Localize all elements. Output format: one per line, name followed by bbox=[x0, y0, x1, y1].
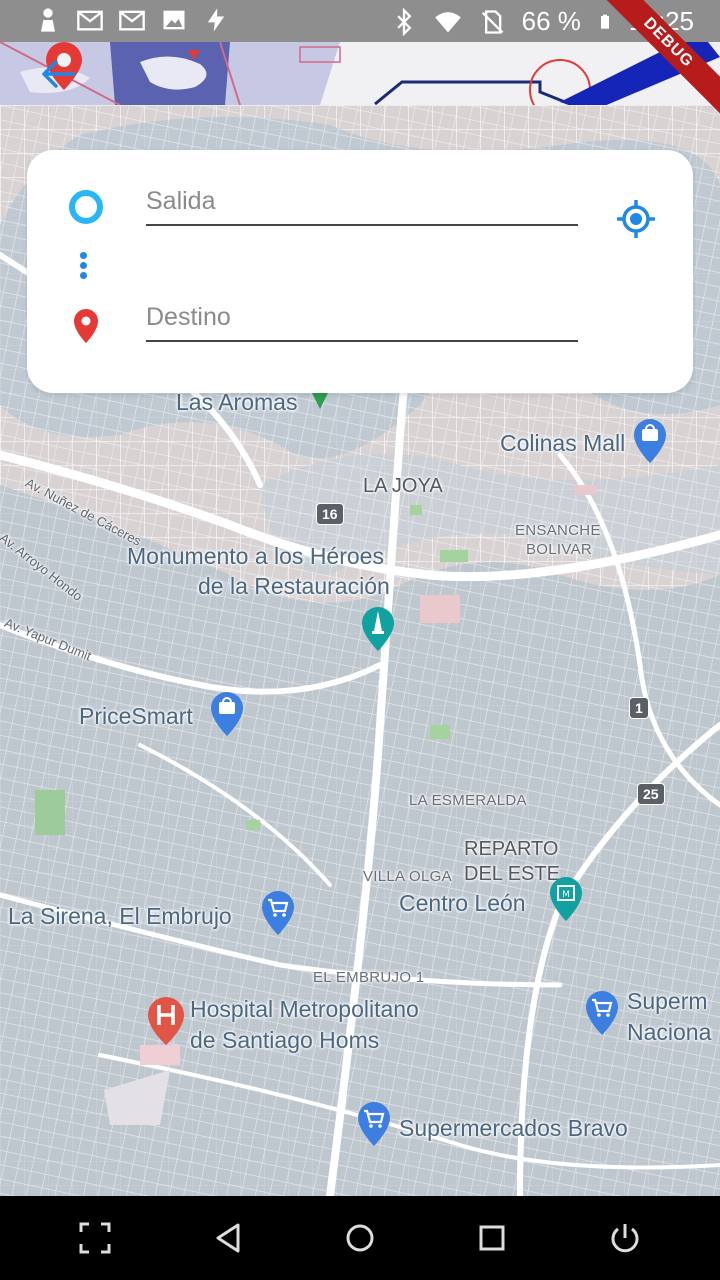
shopping-bag-pin-icon[interactable] bbox=[632, 417, 668, 465]
bluetooth-icon bbox=[396, 7, 412, 36]
map-label-pricesmart: PriceSmart bbox=[79, 703, 193, 729]
monument-pin-icon[interactable] bbox=[360, 605, 396, 653]
origin-circle-icon bbox=[69, 190, 103, 224]
destination-pin-icon bbox=[74, 309, 98, 343]
no-sim-icon bbox=[481, 9, 503, 34]
cart-pin-icon[interactable] bbox=[584, 989, 620, 1037]
map-label-la-joya: LA JOYA bbox=[363, 475, 443, 497]
map-label-reparto: REPARTO bbox=[464, 838, 559, 860]
image-icon bbox=[163, 10, 185, 30]
map-label-bravo: Supermercados Bravo bbox=[399, 1115, 628, 1141]
screenshot-icon[interactable] bbox=[77, 1220, 113, 1256]
home-nav-icon[interactable] bbox=[342, 1220, 378, 1256]
map-label-naciona: Naciona bbox=[627, 1019, 712, 1045]
person-icon bbox=[41, 8, 55, 32]
gmail-icon bbox=[119, 10, 145, 31]
map-label-del-este: DEL ESTE bbox=[464, 863, 560, 885]
map-label-restauracion: de la Restauración bbox=[198, 573, 390, 599]
cart-pin-icon[interactable] bbox=[356, 1100, 392, 1148]
system-nav-bar bbox=[0, 1196, 720, 1280]
map-label-la-sirena: La Sirena, El Embrujo bbox=[8, 903, 232, 929]
map-label-ensanche: ENSANCHE bbox=[515, 522, 601, 539]
map-label-bolivar: BOLIVAR bbox=[526, 541, 593, 558]
app-bar bbox=[0, 42, 720, 105]
route-dots-icon bbox=[80, 252, 87, 282]
power-icon[interactable] bbox=[607, 1220, 643, 1256]
map-label-el-embrujo: EL EMBRUJO 1 bbox=[313, 969, 425, 986]
museum-pin-icon[interactable]: M bbox=[548, 875, 584, 923]
shopping-bag-pin-icon[interactable] bbox=[209, 690, 245, 738]
hospital-pin-icon[interactable] bbox=[146, 995, 186, 1047]
back-arrow-icon[interactable] bbox=[38, 56, 78, 92]
route-search-card bbox=[27, 150, 693, 393]
gmail-icon bbox=[77, 10, 103, 31]
map-label-hospital: Hospital Metropolitano bbox=[190, 996, 419, 1022]
origin-input[interactable] bbox=[146, 178, 578, 226]
map-label-superm: Superm bbox=[627, 988, 708, 1014]
map-label-colinas-mall: Colinas Mall bbox=[500, 430, 626, 456]
cart-pin-icon[interactable] bbox=[260, 889, 296, 937]
map-label-las-aromas: Las Aromas bbox=[176, 389, 298, 415]
status-notification-icons bbox=[34, 6, 230, 34]
battery-icon bbox=[600, 14, 609, 29]
my-location-icon[interactable] bbox=[615, 198, 657, 240]
header-illustration bbox=[0, 42, 720, 105]
wifi-icon bbox=[434, 11, 461, 32]
map-label-santiago-homs: de Santiago Homs bbox=[190, 1027, 380, 1053]
battery-percentage: 66 % bbox=[521, 6, 581, 36]
park-pin-icon[interactable] bbox=[310, 393, 330, 411]
map-label-monumento: Monumento a los Héroes bbox=[127, 543, 384, 569]
map-label-la-esmeralda: LA ESMERALDA bbox=[409, 792, 527, 809]
route-shield-1: 1 bbox=[629, 697, 649, 719]
destination-input[interactable] bbox=[146, 294, 578, 342]
flash-icon bbox=[207, 8, 225, 32]
back-nav-icon[interactable] bbox=[210, 1220, 246, 1256]
route-shield-25: 25 bbox=[637, 783, 665, 805]
route-shield-16: 16 bbox=[316, 503, 344, 525]
svg-text:M: M bbox=[562, 890, 570, 900]
map-label-centro-leon: Centro León bbox=[399, 890, 526, 916]
recents-nav-icon[interactable] bbox=[474, 1220, 510, 1256]
map-label-villa-olga: VILLA OLGA bbox=[363, 868, 452, 885]
